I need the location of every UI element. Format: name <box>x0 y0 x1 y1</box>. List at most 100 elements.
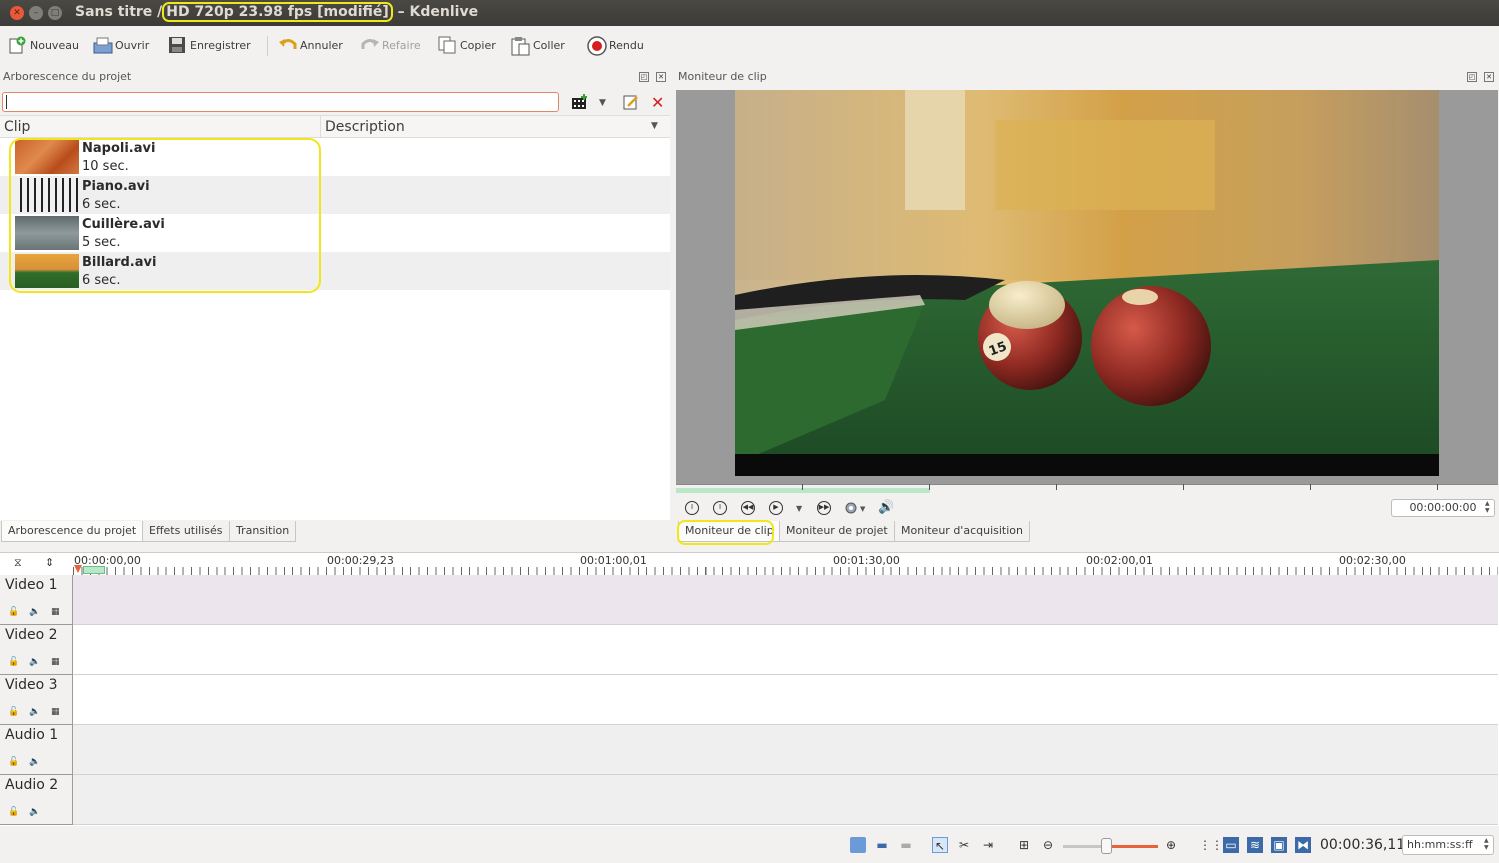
paste-button[interactable]: Coller <box>511 34 565 56</box>
tab-project-tree[interactable]: Arborescence du projet <box>1 521 144 542</box>
redo-button[interactable]: Refaire <box>360 34 421 56</box>
open-button[interactable]: Ouvrir <box>93 34 149 56</box>
lock-icon[interactable]: 🔓 <box>8 657 19 667</box>
track-header[interactable]: Audio 1 🔓 🔈 <box>0 725 73 775</box>
copy-button[interactable]: Copier <box>438 34 496 56</box>
float-dock-icon[interactable]: ◰ <box>1467 72 1477 82</box>
monitor-ruler-tick <box>929 484 930 490</box>
tab-capture-monitor[interactable]: Moniteur d'acquisition <box>894 521 1030 542</box>
redo-arrow-icon <box>360 36 379 54</box>
track-lane[interactable] <box>73 625 1498 675</box>
snap-icon[interactable]: ⋮⋮ <box>1199 837 1223 853</box>
thumbnail-icon[interactable]: ▣ <box>1271 837 1287 853</box>
play-icon[interactable]: ▶ <box>769 501 783 515</box>
close-window-icon[interactable]: ✕ <box>10 6 24 20</box>
maximize-window-icon[interactable]: □ <box>48 6 62 20</box>
column-header-description[interactable]: Description <box>325 119 405 135</box>
timecode-spin-icon[interactable]: ▲ ▼ <box>1485 500 1490 514</box>
video-thumbnails-icon[interactable] <box>850 837 866 853</box>
time-format-select[interactable]: hh:mm:ss:ff <box>1402 835 1494 855</box>
monitor-ruler-line <box>676 484 1498 485</box>
delete-clip-icon[interactable]: ✕ <box>651 93 664 112</box>
video-preview[interactable]: 15 <box>735 90 1439 464</box>
hide-video-icon[interactable]: ▦ <box>51 607 60 617</box>
zoom-slider-thumb[interactable] <box>1101 838 1112 854</box>
column-menu-chevron-icon[interactable]: ▼ <box>651 121 658 131</box>
new-button[interactable]: Nouveau <box>8 34 79 56</box>
hide-video-icon[interactable]: ▦ <box>51 707 60 717</box>
new-document-icon <box>8 36 26 54</box>
track-lane[interactable] <box>73 725 1498 775</box>
razor-tool-icon[interactable]: ✂ <box>956 837 972 853</box>
lock-icon[interactable]: 🔓 <box>8 607 19 617</box>
collapse-tracks-icon[interactable]: ⧖ <box>14 556 22 570</box>
forward-icon[interactable]: ▶▶ <box>817 501 831 515</box>
zoom-in-icon[interactable]: ⊕ <box>1163 837 1179 853</box>
spacer-tool-icon[interactable]: ⇥ <box>980 837 996 853</box>
ruler-label: 00:02:30,00 <box>1339 554 1406 567</box>
search-input[interactable] <box>2 92 559 112</box>
lock-icon[interactable]: 🔓 <box>8 757 19 767</box>
volume-speaker-icon[interactable]: 🔊 <box>878 500 894 515</box>
audio-thumbnails-icon[interactable]: ▬ <box>874 837 890 853</box>
mute-audio-icon[interactable]: 🔈 <box>29 607 40 617</box>
hide-video-icon[interactable]: ▦ <box>51 657 60 667</box>
close-dock-icon[interactable]: ✕ <box>656 72 666 82</box>
track-lane[interactable] <box>73 775 1498 825</box>
float-dock-icon[interactable]: ◰ <box>639 72 649 82</box>
settings-gear-icon[interactable] <box>844 501 860 515</box>
undo-button[interactable]: Annuler <box>278 34 343 56</box>
column-header-clip[interactable]: Clip <box>4 119 30 135</box>
edit-clip-icon[interactable] <box>623 94 639 110</box>
track-header[interactable]: Audio 2 🔓 🔈 <box>0 775 73 825</box>
paste-label: Coller <box>533 38 565 52</box>
tab-effects-used[interactable]: Effets utilisés <box>142 521 230 542</box>
fit-zoom-icon[interactable]: ⊞ <box>1016 837 1032 853</box>
track-header[interactable]: Video 2 🔓 🔈 ▦ <box>0 625 73 675</box>
redo-label: Refaire <box>382 38 421 52</box>
select-tool-icon[interactable]: ↖ <box>932 837 948 853</box>
expand-tracks-icon[interactable]: ⇕ <box>45 556 54 569</box>
track-header[interactable]: Video 1 🔓 🔈 ▦ <box>0 575 73 625</box>
title-suffix: – Kdenlive <box>397 4 479 20</box>
play-dropdown-icon[interactable]: ▼ <box>796 504 802 513</box>
minimize-window-icon[interactable]: – <box>29 6 43 20</box>
settings-dropdown-icon[interactable]: ▼ <box>860 505 865 513</box>
timeline-ruler[interactable]: 00:00:00,00 00:00:29,23 00:01:00,01 00:0… <box>73 553 1498 575</box>
lock-icon[interactable]: 🔓 <box>8 707 19 717</box>
track-lane[interactable] <box>73 575 1498 625</box>
set-zone-end-icon[interactable]: I <box>713 501 727 515</box>
format-spin-icon[interactable]: ▲ ▼ <box>1484 837 1489 851</box>
open-folder-icon <box>93 36 113 54</box>
render-label: Rendu <box>609 38 644 52</box>
rewind-icon[interactable]: ◀◀ <box>741 501 755 515</box>
close-dock-icon[interactable]: ✕ <box>1484 72 1494 82</box>
monitor-ruler-tick <box>1183 484 1184 490</box>
mute-audio-icon[interactable]: 🔈 <box>29 807 40 817</box>
track-lane[interactable] <box>73 675 1498 725</box>
main-toolbar: Nouveau Ouvrir Enregistrer Annuler Refai… <box>0 26 1499 64</box>
monitor-timecode[interactable]: 00:00:00:00 <box>1391 499 1495 517</box>
split-audio-icon[interactable]: ▭ <box>1223 837 1239 853</box>
save-button[interactable]: Enregistrer <box>168 34 251 56</box>
waveform-icon[interactable]: ≋ <box>1247 837 1263 853</box>
mute-audio-icon[interactable]: 🔈 <box>29 657 40 667</box>
add-clip-icon[interactable] <box>571 94 589 110</box>
tab-project-monitor[interactable]: Moniteur de projet <box>779 521 895 542</box>
clip-monitor-tab-highlight <box>677 520 774 545</box>
set-zone-start-icon[interactable]: I <box>685 501 699 515</box>
add-clip-dropdown-icon[interactable]: ▼ <box>599 98 606 108</box>
mute-audio-icon[interactable]: 🔈 <box>29 707 40 717</box>
zoom-out-icon[interactable]: ⊖ <box>1040 837 1056 853</box>
track-header[interactable]: Video 3 🔓 🔈 ▦ <box>0 675 73 725</box>
lock-icon[interactable]: 🔓 <box>8 807 19 817</box>
paste-clipboard-icon <box>511 36 530 56</box>
markers-icon[interactable]: ▬ <box>898 837 914 853</box>
transition-icon[interactable]: ⧓ <box>1295 837 1311 853</box>
mute-audio-icon[interactable]: 🔈 <box>29 757 40 767</box>
playhead-marker[interactable] <box>74 565 82 573</box>
render-button[interactable]: Rendu <box>587 34 644 56</box>
timeline-zone[interactable] <box>83 566 105 574</box>
tab-transition[interactable]: Transition <box>229 521 297 542</box>
monitor-ruler[interactable] <box>676 484 1498 494</box>
